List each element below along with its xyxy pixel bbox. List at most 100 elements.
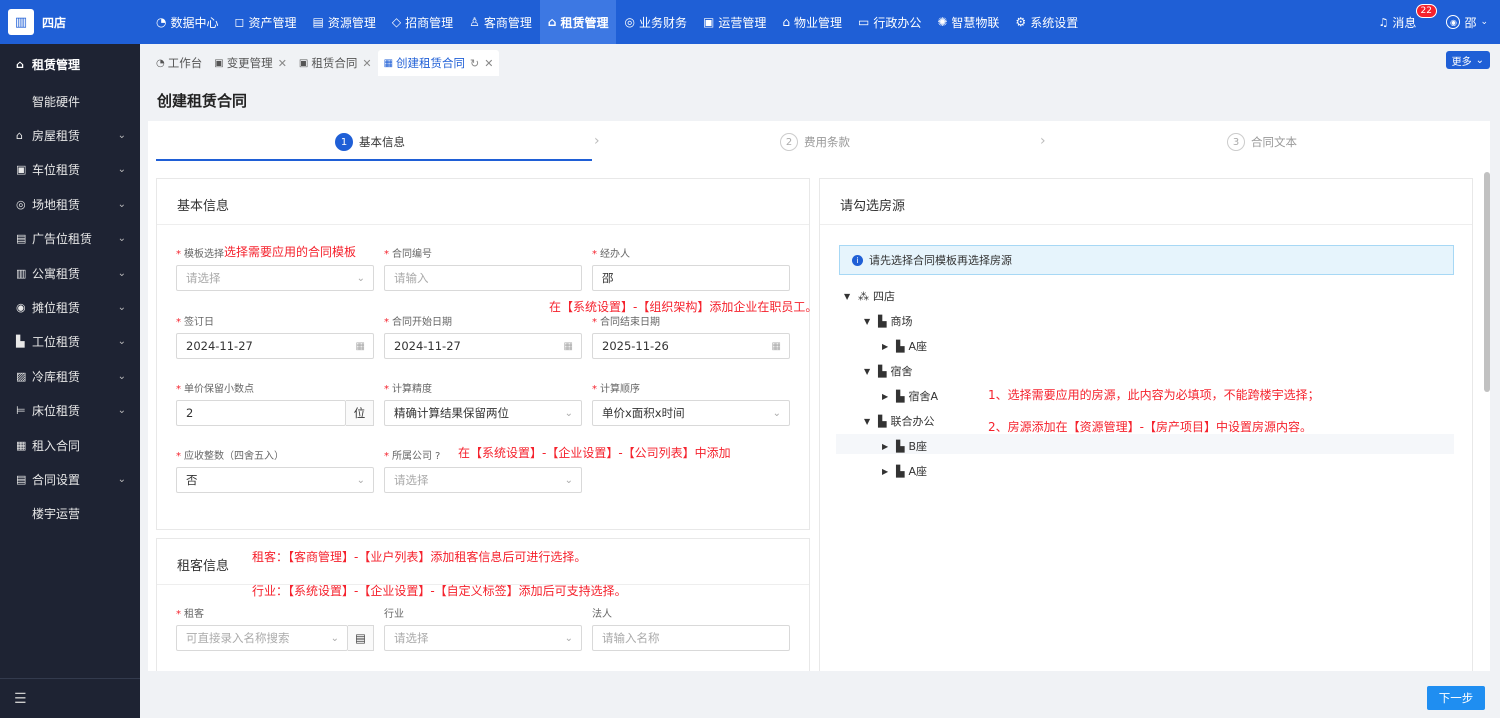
- sidebar-item-ad[interactable]: ▤ 广告位租赁 ⌄: [0, 222, 140, 256]
- caret-down-icon[interactable]: ▼: [864, 317, 878, 326]
- close-icon[interactable]: ✕: [362, 57, 371, 70]
- template-select[interactable]: 请选择 ⌄: [176, 265, 374, 291]
- tab-workbench[interactable]: ◔ 工作台: [150, 50, 208, 76]
- step-basic-info[interactable]: 1 基本信息: [335, 133, 405, 151]
- order-label: * 计算顺序: [592, 384, 640, 395]
- sidebar-item-bed[interactable]: ⊨ 床位租赁 ⌄: [0, 394, 140, 428]
- tree-node-mall[interactable]: ▼ ▙ 商场: [864, 313, 912, 329]
- sidebar-item-contract-settings[interactable]: ▤ 合同设置 ⌄: [0, 462, 140, 496]
- industry-select[interactable]: 请选择 ⌄: [384, 625, 582, 651]
- legal-input[interactable]: 请输入名称: [592, 625, 790, 651]
- tree-node-dorm-a[interactable]: ▶ ▙ 宿舍A: [882, 388, 938, 404]
- tenant-note: 租客：【客商管理】-【业户列表】添加租客信息后可进行选择。: [252, 550, 587, 564]
- sidebar-head-lease[interactable]: ⌂ 租赁管理: [0, 44, 140, 84]
- handler-note: 在【系统设置】-【组织架构】添加企业在职员工。: [549, 300, 818, 314]
- nav-investment[interactable]: ◇ 招商管理: [384, 0, 461, 44]
- chevron-down-icon: ⌄: [117, 473, 126, 485]
- sidebar: ⌂ 租赁管理 智能硬件 ⌂ 房屋租赁 ⌄ ▣ 车位租赁 ⌄ ◎ 场地租赁 ⌄ ▤ 广告位租赁 ⌄ …: [0, 44, 140, 718]
- nav-property[interactable]: ⌂ 物业管理: [774, 0, 850, 44]
- help-icon[interactable]: ?: [435, 451, 440, 462]
- nav-resource[interactable]: ▤ 资源管理: [304, 0, 383, 44]
- receivable-select[interactable]: 否 ⌄: [176, 467, 374, 493]
- nav-merchant[interactable]: ♙ 客商管理: [461, 0, 540, 44]
- caret-right-icon[interactable]: ▶: [882, 442, 896, 451]
- sidebar-item-lease-in[interactable]: ▦ 租入合同: [0, 428, 140, 462]
- more-tabs-button[interactable]: 更多 ⌄: [1445, 51, 1490, 69]
- caret-down-icon[interactable]: ▼: [864, 417, 878, 426]
- nav-finance[interactable]: ◎ 业务财务: [616, 0, 695, 44]
- sidebar-item-parking[interactable]: ▣ 车位租赁 ⌄: [0, 153, 140, 187]
- order-select[interactable]: 单价x面积x时间 ⌄: [592, 400, 790, 426]
- user-menu[interactable]: ◉ 邵 ⌄: [1446, 14, 1488, 31]
- nav-office[interactable]: ▭ 行政办公: [850, 0, 929, 44]
- messages-button[interactable]: ♫ 消息 22: [1378, 3, 1437, 31]
- start-date-picker[interactable]: 2024-11-27 ▦: [384, 333, 582, 359]
- tree-node-cowork[interactable]: ▼ ▙ 联合办公: [864, 413, 934, 429]
- tree-node-cowork-a[interactable]: ▶ ▙ A座: [882, 463, 927, 479]
- org-icon: ⁂: [858, 289, 869, 303]
- step-fee-terms[interactable]: 2 费用条款: [780, 133, 850, 151]
- handler-input[interactable]: 邵: [592, 265, 790, 291]
- contract-no-input[interactable]: 请输入: [384, 265, 582, 291]
- sidebar-item-label: 冷库租赁: [32, 369, 81, 384]
- sidebar-item-label: 工位租赁: [32, 335, 81, 350]
- caret-right-icon[interactable]: ▶: [882, 467, 896, 476]
- home-icon: ⌂: [16, 57, 24, 71]
- sidebar-item-hardware[interactable]: 智能硬件: [0, 84, 140, 118]
- caret-right-icon[interactable]: ▶: [882, 342, 896, 351]
- nav-operation[interactable]: ▣ 运营管理: [695, 0, 774, 44]
- sidebar-item-house[interactable]: ⌂ 房屋租赁 ⌄: [0, 118, 140, 152]
- parking-icon: ▣: [16, 163, 27, 177]
- caret-down-icon[interactable]: ▼: [864, 367, 878, 376]
- close-icon[interactable]: ✕: [484, 57, 493, 70]
- refresh-icon[interactable]: ↻: [470, 57, 479, 70]
- user-name: 邵: [1464, 15, 1477, 30]
- nav-lease[interactable]: ⌂ 租赁管理: [539, 0, 617, 44]
- tree-node-dorm[interactable]: ▼ ▙ 宿舍: [864, 363, 912, 379]
- sidebar-item-stall[interactable]: ◉ 摊位租赁 ⌄: [0, 290, 140, 324]
- sign-date-picker[interactable]: 2024-11-27 ▦: [176, 333, 374, 359]
- sidebar-item-venue[interactable]: ◎ 场地租赁 ⌄: [0, 187, 140, 221]
- precision-select[interactable]: 精确计算结果保留两位 ⌄: [384, 400, 582, 426]
- end-date-picker[interactable]: 2025-11-26 ▦: [592, 333, 790, 359]
- nav-label: 行政办公: [873, 15, 922, 30]
- sidebar-collapse-button[interactable]: ☰: [0, 678, 140, 718]
- tab-change-management[interactable]: ▣ 变更管理 ✕: [208, 50, 293, 76]
- step-number: 1: [335, 133, 353, 151]
- nav-iot[interactable]: ✺ 智慧物联: [929, 0, 1007, 44]
- tree-node-mall-a[interactable]: ▶ ▙ A座: [882, 338, 927, 354]
- start-date-value: 2024-11-27: [394, 339, 461, 353]
- tree-node-cowork-b[interactable]: ▶ ▙ B座: [882, 438, 927, 454]
- caret-right-icon[interactable]: ▶: [882, 392, 896, 401]
- sidebar-item-apartment[interactable]: ▥ 公寓租赁 ⌄: [0, 256, 140, 290]
- sidebar-item-building-ops[interactable]: 楼宇运营: [0, 497, 140, 531]
- step-contract-text[interactable]: 3 合同文本: [1227, 133, 1297, 151]
- sidebar-item-label: 公寓租赁: [32, 266, 81, 281]
- page-scrollbar[interactable]: [1484, 172, 1490, 392]
- next-step-button[interactable]: 下一步: [1427, 686, 1485, 710]
- nav-label: 招商管理: [405, 15, 454, 30]
- sidebar-item-workstation[interactable]: ▙ 工位租赁 ⌄: [0, 325, 140, 359]
- tab-create-lease-contract[interactable]: ▦ 创建租赁合同 ↻ ✕: [377, 50, 500, 76]
- chevron-down-icon: ⌄: [117, 370, 126, 382]
- contract-no-label: * 合同编号: [384, 249, 432, 260]
- order-value: 单价x面积x时间: [602, 406, 685, 420]
- decimal-input[interactable]: 2: [176, 400, 346, 426]
- tree-node-label: A座: [908, 340, 927, 353]
- coin-icon: ◎: [624, 15, 635, 29]
- company-select[interactable]: 请选择 ⌄: [384, 467, 582, 493]
- sidebar-item-label: 广告位租赁: [32, 232, 93, 247]
- tab-lease-contract[interactable]: ▣ 租赁合同 ✕: [293, 50, 378, 76]
- logo-area[interactable]: ▥ 四店: [0, 0, 140, 44]
- tenant-add-button[interactable]: ▤: [348, 625, 374, 651]
- tree-node-label: A座: [908, 465, 927, 478]
- bell-icon: ♫: [1378, 15, 1389, 29]
- nav-data-center[interactable]: ◔ 数据中心: [148, 0, 227, 44]
- sidebar-item-cold-storage[interactable]: ▨ 冷库租赁 ⌄: [0, 359, 140, 393]
- caret-down-icon[interactable]: ▼: [844, 292, 858, 301]
- close-icon[interactable]: ✕: [278, 57, 287, 70]
- tree-node-store[interactable]: ▼ ⁂ 四店: [844, 288, 895, 304]
- nav-settings[interactable]: ⚙ 系统设置: [1007, 0, 1086, 44]
- tenant-search-input[interactable]: 可直接录入名称搜索 ⌄: [176, 625, 348, 651]
- nav-asset[interactable]: ◻ 资产管理: [227, 0, 305, 44]
